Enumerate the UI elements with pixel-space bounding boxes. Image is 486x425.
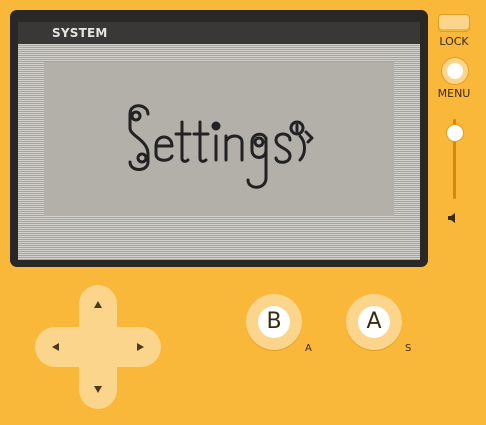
lock-button[interactable] xyxy=(438,14,470,32)
a-key-hint: S xyxy=(405,343,412,354)
menu-button[interactable] xyxy=(441,57,469,85)
a-button[interactable]: A xyxy=(346,294,402,350)
dpad xyxy=(35,285,161,409)
screen-title: SYSTEM xyxy=(52,26,108,40)
handheld-device: SYSTEM Settings xyxy=(0,0,486,425)
volume-slider-knob[interactable] xyxy=(446,124,464,143)
b-button-label: B xyxy=(258,306,290,338)
menu-button-face xyxy=(447,63,463,79)
settings-card[interactable]: Settings xyxy=(44,62,394,216)
b-button[interactable]: B xyxy=(246,294,302,350)
arrow-left-icon[interactable] xyxy=(52,343,59,351)
speaker-icon xyxy=(448,213,455,223)
arrow-up-icon[interactable] xyxy=(94,301,102,308)
system-screen: SYSTEM Settings xyxy=(18,22,420,260)
a-button-label: A xyxy=(358,306,390,338)
menu-label: MENU xyxy=(437,87,471,100)
title-bar: SYSTEM xyxy=(18,22,420,44)
arrow-right-icon[interactable] xyxy=(137,343,144,351)
screen-bezel: SYSTEM Settings xyxy=(10,10,428,267)
b-key-hint: A xyxy=(305,343,312,354)
settings-wordmark xyxy=(128,104,314,189)
dpad-center xyxy=(79,327,117,367)
lock-label: LOCK xyxy=(439,35,469,48)
arrow-down-icon[interactable] xyxy=(94,386,102,393)
